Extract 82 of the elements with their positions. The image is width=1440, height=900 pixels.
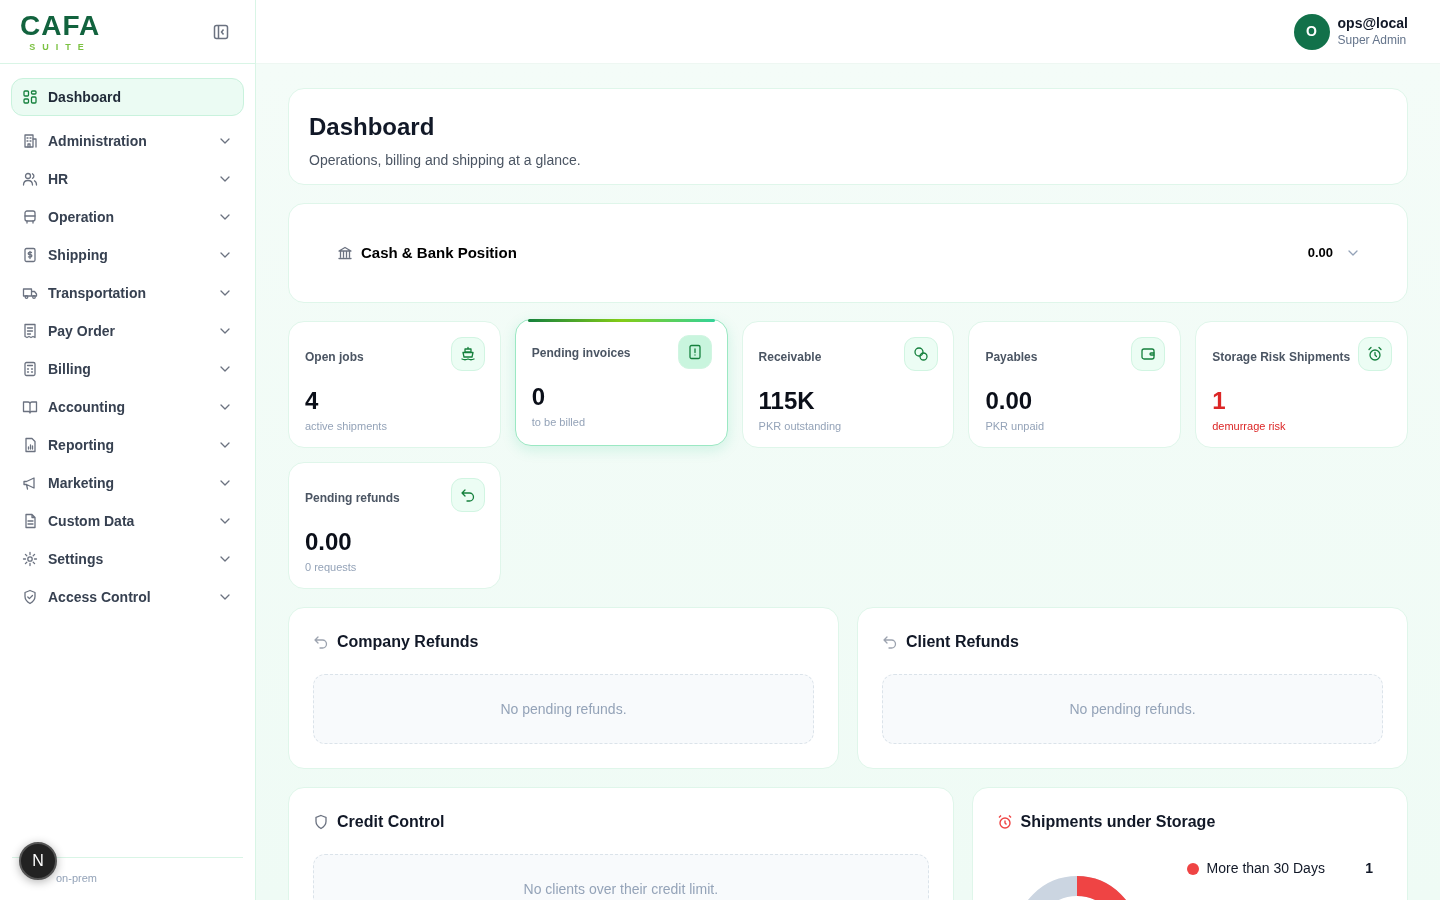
document-icon	[22, 513, 38, 529]
stat-card[interactable]: Storage Risk Shipments 1 demurrage risk	[1195, 321, 1408, 448]
bus-icon	[22, 209, 38, 225]
stat-value: 0.00	[985, 388, 1033, 414]
stat-value: 0.00	[305, 529, 352, 555]
sidebar-item[interactable]: Pay Order	[11, 312, 244, 350]
wallet-icon	[1140, 346, 1157, 362]
stat-note: 0 requests	[305, 560, 357, 575]
stat-value: 115K	[758, 388, 815, 414]
megaphone-icon	[22, 475, 38, 491]
empty-message: No clients over their credit limit.	[313, 854, 929, 900]
sidebar-item[interactable]: HR	[11, 160, 244, 198]
building-icon	[22, 133, 38, 149]
stat-card[interactable]: Payables 0.00 PKR unpaid	[968, 321, 1182, 448]
shield-check-icon	[22, 589, 38, 605]
stat-label: Open jobs	[305, 349, 364, 366]
sidebar-item[interactable]: Settings	[11, 540, 244, 578]
dollar-document-icon	[22, 247, 38, 263]
empty-message: No pending refunds.	[313, 674, 814, 744]
legend-count: 1	[1365, 859, 1373, 878]
calculator-icon	[22, 361, 38, 377]
alarm-clock-icon	[996, 814, 1013, 830]
ship-icon	[459, 346, 476, 362]
page-title: Dashboard	[309, 113, 435, 142]
user-role: Super Admin	[1337, 32, 1408, 48]
stat-note: to be billed	[531, 415, 585, 430]
card-title: Shipments under Storage	[1020, 812, 1216, 832]
sidebar-item[interactable]: Operation	[11, 198, 244, 236]
dev-tools-button[interactable]: N	[19, 842, 57, 880]
stat-label: Receivable	[758, 349, 822, 366]
undo-arrow-icon	[459, 487, 476, 503]
logo-text: CAFA	[20, 10, 101, 41]
alert-document-icon	[686, 344, 703, 360]
sidebar-item[interactable]: Billing	[11, 350, 244, 388]
truck-icon	[22, 285, 38, 301]
coins-icon	[913, 346, 930, 362]
sidebar-item[interactable]: Accounting	[11, 388, 244, 426]
stat-note: active shipments	[305, 419, 387, 434]
version-text: on-prem	[56, 871, 97, 884]
stat-value: 4	[305, 388, 319, 414]
sidebar-item[interactable]: Dashboard	[11, 78, 244, 116]
users-icon	[22, 171, 38, 187]
legend-label: More than 30 Days	[1206, 859, 1326, 878]
report-icon	[22, 437, 38, 453]
stat-card[interactable]: Pending invoices 0 to be billed	[514, 319, 728, 446]
user-avatar[interactable]: O	[1293, 13, 1330, 50]
sidebar-item[interactable]: Access Control	[11, 578, 244, 616]
grid-icon	[22, 89, 38, 105]
card-title: Credit Control	[337, 812, 445, 832]
sidebar-item[interactable]: Marketing	[11, 464, 244, 502]
stat-label: Pending refunds	[305, 490, 400, 507]
receipt-icon	[22, 323, 38, 339]
card-title: Client Refunds	[906, 632, 1019, 652]
alarm-clock-icon	[1367, 346, 1383, 362]
empty-message: No pending refunds.	[882, 674, 1383, 744]
open-book-icon	[22, 399, 38, 415]
cash-bank-panel[interactable]: Cash & Bank Position 0.00	[288, 203, 1408, 303]
sidebar-item[interactable]: Shipping	[11, 236, 244, 274]
sidebar-toggle-icon[interactable]	[213, 23, 229, 40]
page-subtitle: Operations, billing and shipping at a glance.	[309, 151, 581, 168]
stat-label: Pending invoices	[531, 345, 631, 362]
undo-arrow-icon	[313, 634, 329, 650]
stat-value: 0	[531, 384, 546, 410]
stat-note: demurrage risk	[1212, 419, 1286, 434]
card-title: Company Refunds	[337, 632, 479, 652]
user-email: ops@local	[1337, 15, 1408, 32]
sidebar-item[interactable]: Transportation	[11, 274, 244, 312]
stat-note: PKR outstanding	[758, 419, 842, 434]
sidebar-item[interactable]: Administration	[11, 122, 244, 160]
sidebar-item[interactable]: Custom Data	[11, 502, 244, 540]
stat-card[interactable]: Receivable 115K PKR outstanding	[741, 321, 955, 448]
stat-note: PKR unpaid	[985, 419, 1045, 434]
shield-icon	[313, 814, 329, 830]
stat-card[interactable]: Open jobs 4 active shipments	[288, 321, 501, 448]
logo-subtitle: SUITE	[28, 42, 92, 52]
stat-value: 1	[1212, 388, 1226, 414]
stat-card[interactable]: Pending refunds 0.00 0 requests	[288, 462, 501, 589]
stat-label: Payables	[985, 349, 1038, 366]
stat-label: Storage Risk Shipments	[1212, 349, 1351, 366]
sidebar-item[interactable]: Reporting	[11, 426, 244, 464]
bank-icon	[337, 245, 353, 261]
undo-arrow-icon	[882, 634, 898, 650]
